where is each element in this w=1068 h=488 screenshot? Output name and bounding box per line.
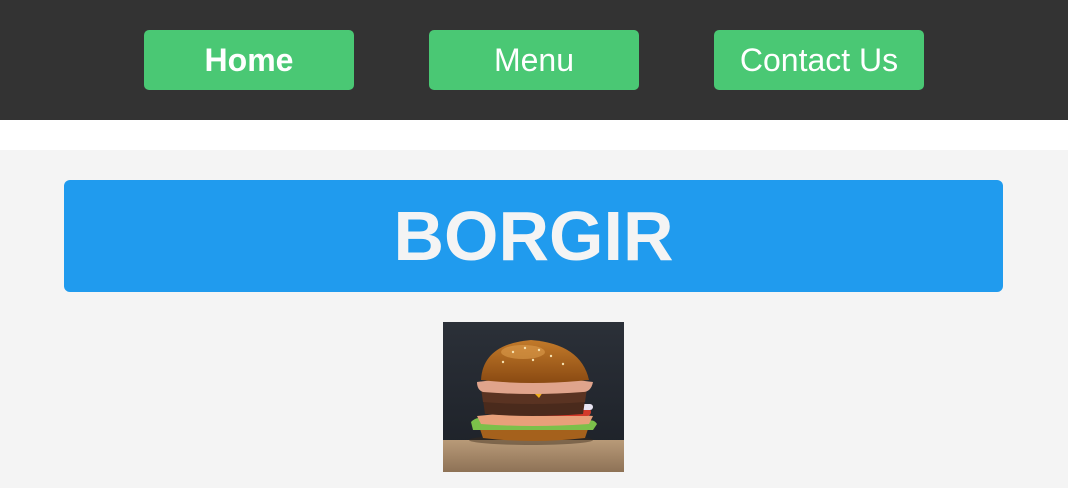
nav-home-button[interactable]: Home <box>144 30 354 90</box>
page-title-banner: BORGIR <box>64 180 1003 292</box>
burger-icon <box>443 322 624 472</box>
burger-image <box>443 322 624 472</box>
main-content: BORGIR <box>0 150 1068 488</box>
page-title: BORGIR <box>393 197 674 275</box>
nav-contact-button[interactable]: Contact Us <box>714 30 924 90</box>
top-navigation: Home Menu Contact Us <box>0 0 1068 120</box>
nav-menu-button[interactable]: Menu <box>429 30 639 90</box>
